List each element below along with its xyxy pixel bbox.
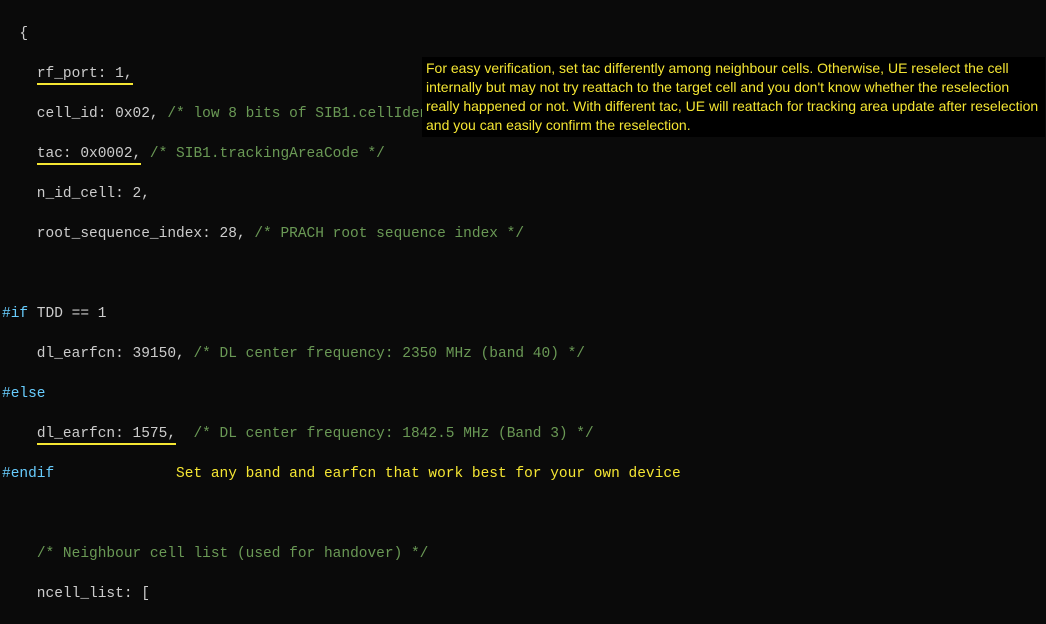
code-line xyxy=(2,264,1046,284)
comment: /* PRACH root sequence index */ xyxy=(254,226,524,242)
highlight-rf-port: rf_port: 1, xyxy=(37,66,133,85)
code-text: root_sequence_index: 28, xyxy=(2,226,254,242)
code-text: cell_id: 0x02, xyxy=(2,106,167,122)
code-line: dl_earfcn: 1575, /* DL center frequency:… xyxy=(2,424,1046,444)
code-text: TDD == 1 xyxy=(28,306,106,322)
code-line: dl_earfcn: 39150, /* DL center frequency… xyxy=(2,344,1046,364)
annotation-box: For easy verification, set tac different… xyxy=(422,57,1045,137)
indent xyxy=(2,146,37,162)
preprocessor-if: #if xyxy=(2,306,28,322)
preprocessor-endif: #endif xyxy=(2,466,54,482)
preprocessor-else: #else xyxy=(2,386,46,402)
code-line: /* Neighbour cell list (used for handove… xyxy=(2,544,1046,564)
comment: /* DL center frequency: 2350 MHz (band 4… xyxy=(193,346,585,362)
indent xyxy=(2,546,37,562)
code-line xyxy=(2,504,1046,524)
comment: /* DL center frequency: 1842.5 MHz (Band… xyxy=(176,426,594,442)
comment: /* Neighbour cell list (used for handove… xyxy=(37,546,429,562)
code-line: ncell_list: [ xyxy=(2,584,1046,604)
code-line: #endif Set any band and earfcn that work… xyxy=(2,464,1046,484)
code-line: root_sequence_index: 28, /* PRACH root s… xyxy=(2,224,1046,244)
highlight-dl-earfcn: dl_earfcn: 1575, xyxy=(37,426,176,445)
comment: /* SIB1.trackingAreaCode */ xyxy=(141,146,385,162)
code-line: tac: 0x0002, /* SIB1.trackingAreaCode */ xyxy=(2,144,1046,164)
indent xyxy=(2,426,37,442)
highlight-tac: tac: 0x0002, xyxy=(37,146,141,165)
annotation-inline: Set any band and earfcn that work best f… xyxy=(54,466,681,482)
code-line: #if TDD == 1 xyxy=(2,304,1046,324)
code-line: { xyxy=(2,24,1046,44)
code-text: dl_earfcn: 39150, xyxy=(2,346,193,362)
code-line: n_id_cell: 2, xyxy=(2,184,1046,204)
indent xyxy=(2,66,37,82)
code-line: #else xyxy=(2,384,1046,404)
